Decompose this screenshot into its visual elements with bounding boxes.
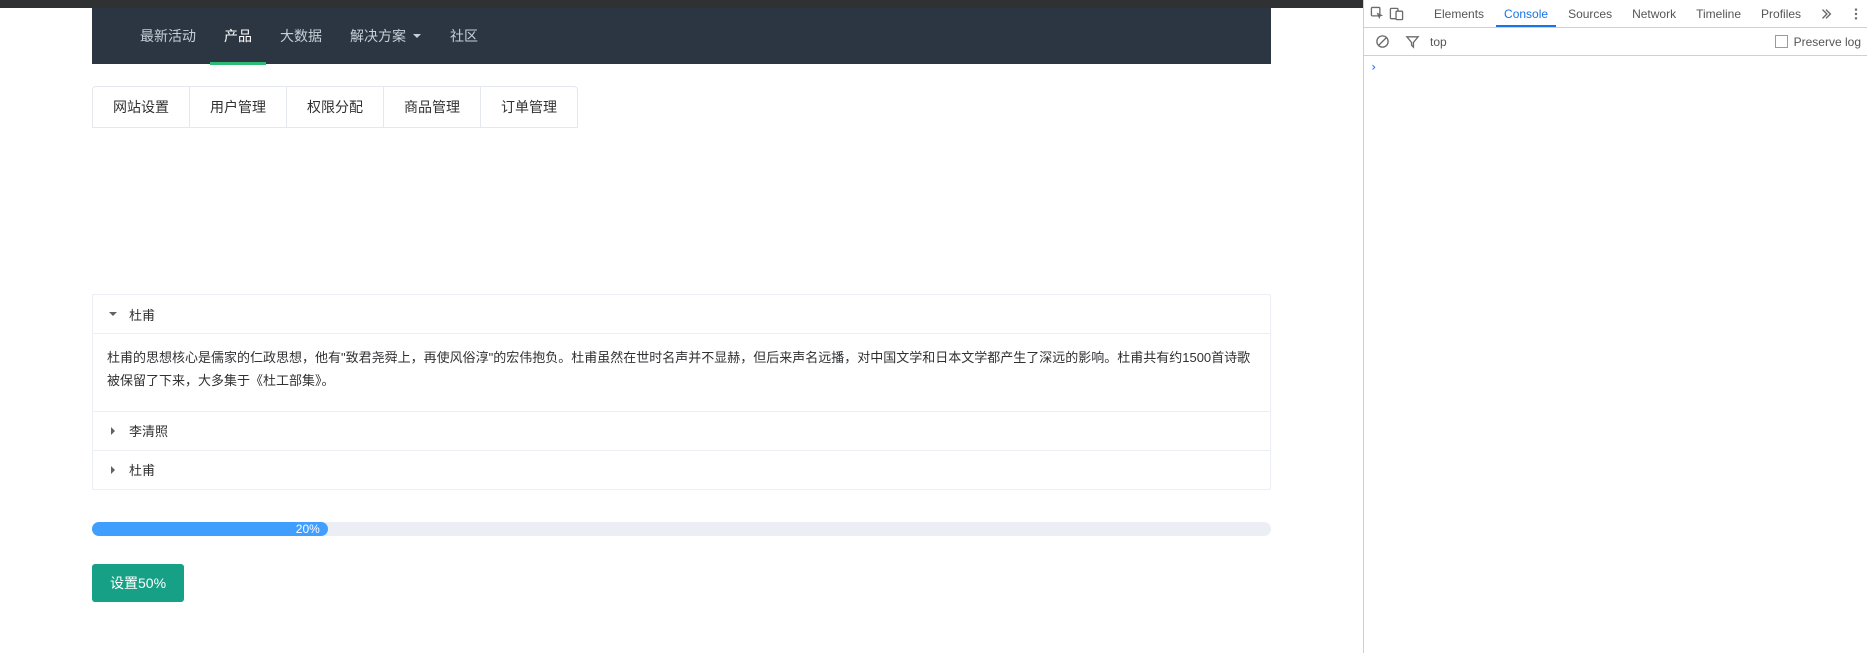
devtools-tab-network[interactable]: Network xyxy=(1622,0,1686,27)
devtools-tabs: Elements Console Sources Network Timelin… xyxy=(1424,0,1811,27)
nav-item-community[interactable]: 社区 xyxy=(436,8,492,64)
tab-label: 网站设置 xyxy=(113,97,169,117)
page-main: 最新活动 产品 大数据 解决方案 社区 网站设置 用户管理 权限分配 商品管理 … xyxy=(0,0,1363,653)
progress-bar: 20% xyxy=(92,522,1271,536)
tab-product-mgmt[interactable]: 商品管理 xyxy=(384,87,481,127)
devtools-toolbar: Elements Console Sources Network Timelin… xyxy=(1364,0,1867,28)
collapse-item: 李清照 xyxy=(93,412,1270,451)
devtools-tab-sources[interactable]: Sources xyxy=(1558,0,1622,27)
nav-label: 产品 xyxy=(224,26,252,46)
tab-perm[interactable]: 权限分配 xyxy=(287,87,384,127)
progress-text: 20% xyxy=(296,522,320,536)
collapse-body: 杜甫的思想核心是儒家的仁政思想，他有"致君尧舜上，再使风俗淳"的宏伟抱负。杜甫虽… xyxy=(93,333,1270,411)
primary-nav: 最新活动 产品 大数据 解决方案 社区 xyxy=(92,8,1271,64)
devtools-panel: Elements Console Sources Network Timelin… xyxy=(1363,0,1867,653)
console-prompt-icon: › xyxy=(1370,60,1377,74)
console-toolbar: top Preserve log xyxy=(1364,28,1867,56)
device-toggle-icon[interactable] xyxy=(1389,2,1404,26)
context-label: top xyxy=(1430,35,1447,49)
set-50-button[interactable]: 设置50% xyxy=(92,564,184,602)
devtools-tab-console[interactable]: Console xyxy=(1494,0,1558,27)
collapse-header[interactable]: 杜甫 xyxy=(93,451,1270,489)
preserve-log-label: Preserve log xyxy=(1794,35,1861,49)
console-body[interactable]: › xyxy=(1364,56,1867,653)
tab-site-settings[interactable]: 网站设置 xyxy=(93,87,190,127)
nav-item-product[interactable]: 产品 xyxy=(210,8,266,64)
devtools-tab-profiles[interactable]: Profiles xyxy=(1751,0,1811,27)
collapse-title: 杜甫 xyxy=(129,305,155,324)
window-topstrip xyxy=(0,0,1363,8)
collapse-header[interactable]: 李清照 xyxy=(93,412,1270,450)
nav-item-bigdata[interactable]: 大数据 xyxy=(266,8,336,64)
more-tabs-icon[interactable] xyxy=(1819,2,1833,26)
tab-label: 商品管理 xyxy=(404,97,460,117)
tab-label: 权限分配 xyxy=(307,97,363,117)
nav-item-latest[interactable]: 最新活动 xyxy=(126,8,210,64)
nav-label: 解决方案 xyxy=(350,26,406,46)
devtools-tab-elements[interactable]: Elements xyxy=(1424,0,1494,27)
collapse-header[interactable]: 杜甫 xyxy=(93,295,1270,333)
tab-label: 订单管理 xyxy=(501,97,557,117)
nav-label: 社区 xyxy=(450,26,478,46)
collapse-title: 李清照 xyxy=(129,421,168,440)
kebab-menu-icon[interactable] xyxy=(1849,2,1863,26)
nav-item-solutions[interactable]: 解决方案 xyxy=(336,8,436,64)
tab-label: 用户管理 xyxy=(210,97,266,117)
nav-label: 大数据 xyxy=(280,26,322,46)
preserve-log-checkbox[interactable] xyxy=(1775,35,1788,48)
chevron-right-icon xyxy=(107,425,119,437)
context-selector[interactable]: top xyxy=(1430,35,1451,49)
tabs-card: 网站设置 用户管理 权限分配 商品管理 订单管理 xyxy=(92,86,578,128)
clear-console-icon[interactable] xyxy=(1370,30,1394,54)
chevron-right-icon xyxy=(107,464,119,476)
tab-order-mgmt[interactable]: 订单管理 xyxy=(481,87,577,127)
chevron-down-icon xyxy=(107,308,119,320)
devtools-tab-timeline[interactable]: Timeline xyxy=(1686,0,1751,27)
chevron-down-icon xyxy=(412,28,422,44)
filter-icon[interactable] xyxy=(1400,30,1424,54)
button-label: 设置50% xyxy=(110,573,166,593)
collapse-item: 杜甫 杜甫的思想核心是儒家的仁政思想，他有"致君尧舜上，再使风俗淳"的宏伟抱负。… xyxy=(93,295,1270,412)
progress-inner: 20% xyxy=(92,522,328,536)
nav-label: 最新活动 xyxy=(140,26,196,46)
collapse-title: 杜甫 xyxy=(129,460,155,479)
collapse: 杜甫 杜甫的思想核心是儒家的仁政思想，他有"致君尧舜上，再使风俗淳"的宏伟抱负。… xyxy=(92,294,1271,490)
collapse-item: 杜甫 xyxy=(93,451,1270,489)
inspect-icon[interactable] xyxy=(1370,2,1385,26)
tab-user-mgmt[interactable]: 用户管理 xyxy=(190,87,287,127)
